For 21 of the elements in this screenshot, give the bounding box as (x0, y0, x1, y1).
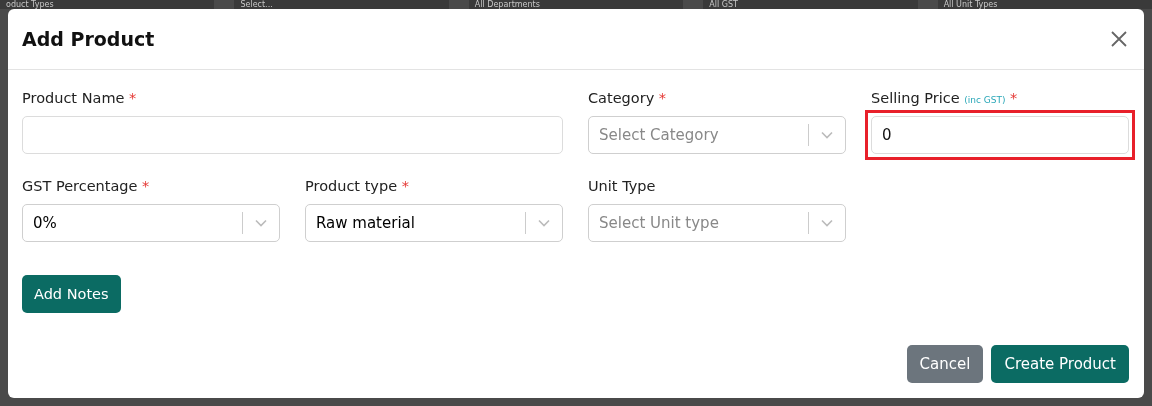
add-notes-button[interactable]: Add Notes (22, 275, 121, 313)
dialog-title: Add Product (22, 28, 155, 50)
chevron-down-icon (821, 219, 833, 227)
field-label: Category * (588, 89, 668, 108)
close-icon (1110, 30, 1128, 48)
create-button[interactable]: Create Product (991, 345, 1129, 383)
select-dropdown[interactable]: Raw material (305, 204, 563, 242)
text-field[interactable]: 0 (871, 116, 1129, 154)
text-field[interactable] (22, 116, 563, 154)
chevron-down-icon (821, 131, 833, 139)
field-label: GST Percentage * (22, 177, 151, 196)
chevron-down-icon (255, 219, 267, 227)
field-label: Product type * (305, 177, 410, 196)
field-label: Selling Price (inc GST) * (871, 89, 1019, 108)
cancel-button[interactable]: Cancel (906, 345, 984, 383)
select-dropdown[interactable]: Select Unit type (588, 204, 846, 242)
select-dropdown[interactable]: Select Category (588, 116, 846, 154)
field-label: Unit Type (588, 177, 657, 196)
select-dropdown[interactable]: 0% (22, 204, 280, 242)
chevron-down-icon (538, 219, 550, 227)
field-label: Product Name * (22, 89, 138, 108)
